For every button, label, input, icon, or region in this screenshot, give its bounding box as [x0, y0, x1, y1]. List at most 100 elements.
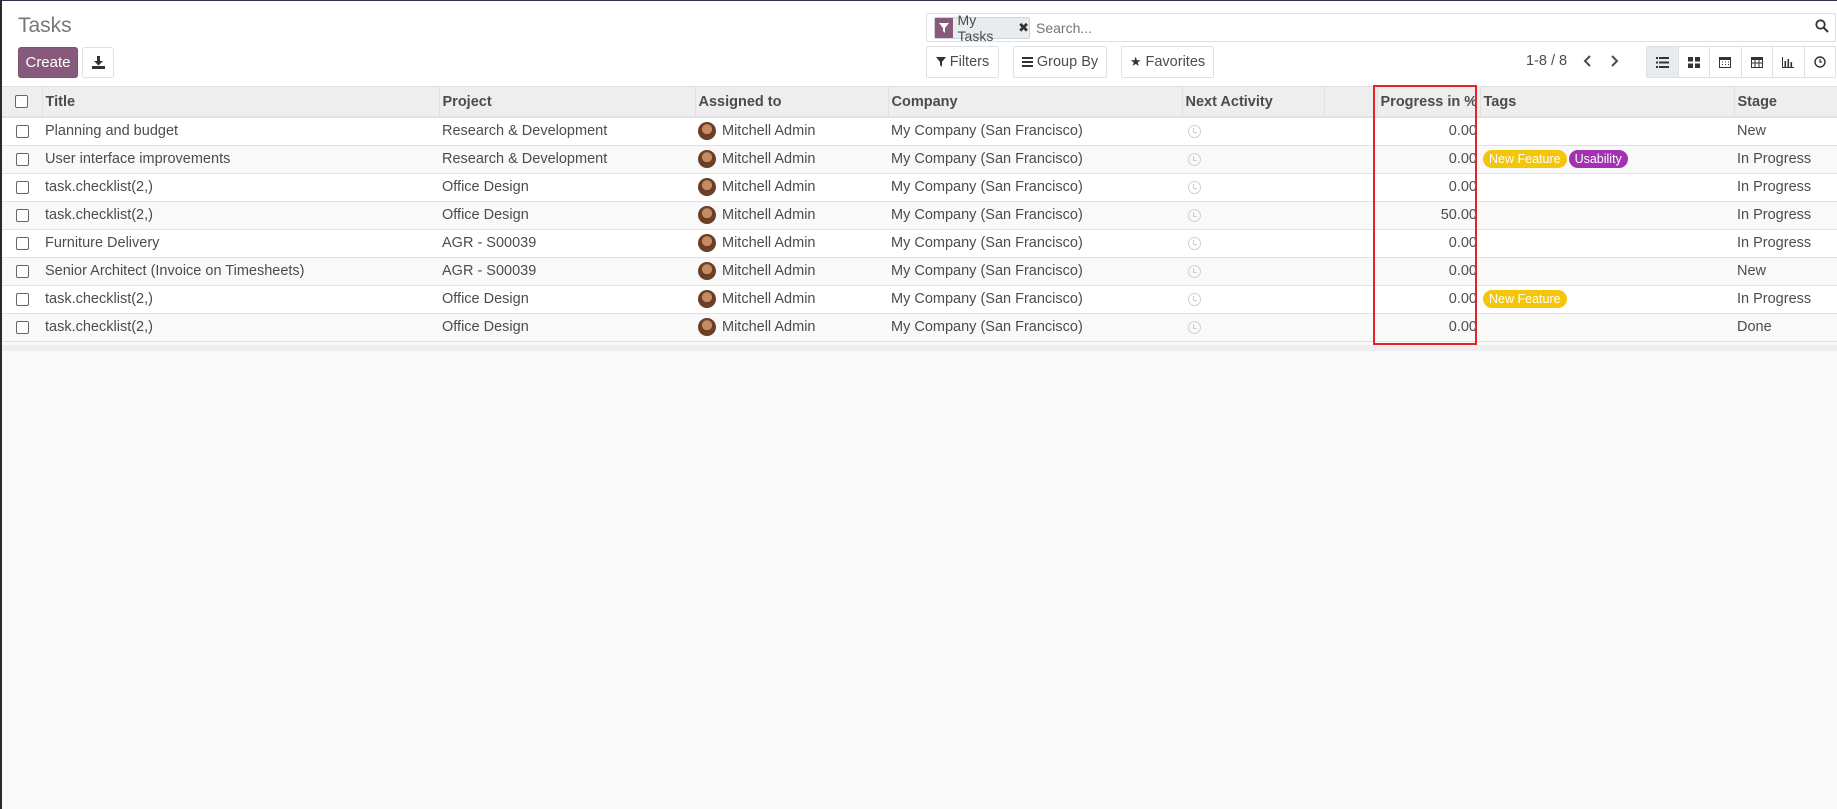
column-header-tags[interactable]: Tags — [1480, 87, 1735, 118]
cell-company[interactable]: My Company (San Francisco) — [888, 285, 1182, 314]
row-select-cell[interactable] — [2, 229, 42, 258]
activity-clock-icon[interactable] — [1188, 152, 1201, 166]
cell-company[interactable]: My Company (San Francisco) — [888, 229, 1182, 258]
graph-view-button[interactable] — [1773, 47, 1805, 77]
cell-stage[interactable]: In Progress — [1734, 229, 1837, 258]
cell-tags[interactable] — [1480, 257, 1734, 286]
row-select-cell[interactable] — [2, 285, 42, 314]
cell-company[interactable]: My Company (San Francisco) — [888, 313, 1182, 342]
row-select-cell[interactable] — [2, 201, 42, 230]
cell-tags[interactable] — [1480, 313, 1734, 342]
cell-tags[interactable] — [1480, 173, 1734, 202]
row-checkbox[interactable] — [15, 152, 29, 166]
pivot-view-button[interactable] — [1742, 47, 1773, 77]
kanban-view-button[interactable] — [1679, 47, 1710, 77]
cell-assigned-to[interactable]: Mitchell Admin — [695, 201, 888, 230]
cell-title[interactable]: Furniture Delivery — [42, 229, 439, 258]
search-input[interactable] — [1034, 18, 1794, 38]
cell-tags[interactable] — [1480, 229, 1734, 258]
cell-title[interactable]: task.checklist(2,) — [42, 285, 439, 314]
cell-project[interactable]: Office Design — [439, 173, 695, 202]
pager-next-button[interactable] — [1605, 51, 1625, 71]
cell-assigned-to[interactable]: Mitchell Admin — [695, 313, 888, 342]
list-view-button[interactable] — [1647, 47, 1679, 77]
search-icon[interactable] — [1815, 19, 1829, 37]
cell-next-activity[interactable] — [1182, 285, 1324, 314]
row-checkbox[interactable] — [15, 292, 29, 306]
cell-progress[interactable]: 0.00 — [1377, 145, 1480, 174]
cell-company[interactable]: My Company (San Francisco) — [888, 201, 1182, 230]
cell-title[interactable]: task.checklist(2,) — [42, 313, 439, 342]
filters-button[interactable]: Filters — [926, 46, 999, 78]
cell-assigned-to[interactable]: Mitchell Admin — [695, 229, 888, 258]
cell-progress[interactable]: 0.00 — [1377, 257, 1480, 286]
row-select-cell[interactable] — [2, 173, 42, 202]
cell-project[interactable]: Office Design — [439, 285, 695, 314]
cell-progress[interactable]: 0.00 — [1377, 229, 1480, 258]
activity-clock-icon[interactable] — [1188, 292, 1201, 306]
cell-assigned-to[interactable]: Mitchell Admin — [695, 117, 888, 146]
row-checkbox[interactable] — [15, 264, 29, 278]
cell-progress[interactable]: 0.00 — [1377, 313, 1480, 342]
cell-next-activity[interactable] — [1182, 257, 1324, 286]
cell-title[interactable]: task.checklist(2,) — [42, 201, 439, 230]
column-header-progress[interactable]: Progress in % — [1377, 87, 1481, 118]
cell-project[interactable]: Research & Development — [439, 145, 695, 174]
cell-stage[interactable]: New — [1734, 257, 1837, 286]
cell-next-activity[interactable] — [1182, 201, 1324, 230]
row-select-cell[interactable] — [2, 145, 42, 174]
activity-clock-icon[interactable] — [1188, 208, 1201, 222]
column-header-assigned-to[interactable]: Assigned to — [695, 87, 889, 118]
activity-view-button[interactable] — [1805, 47, 1836, 77]
column-header-company[interactable]: Company — [888, 87, 1183, 118]
cell-next-activity[interactable] — [1182, 229, 1324, 258]
column-header-next-activity[interactable]: Next Activity — [1182, 87, 1325, 118]
activity-clock-icon[interactable] — [1188, 264, 1201, 278]
cell-project[interactable]: Office Design — [439, 313, 695, 342]
cell-project[interactable]: AGR - S00039 — [439, 257, 695, 286]
cell-tags[interactable] — [1480, 117, 1734, 146]
cell-project[interactable]: Research & Development — [439, 117, 695, 146]
row-checkbox[interactable] — [15, 124, 29, 138]
table-row[interactable]: task.checklist(2,) Office Design Mitchell … — [2, 201, 1837, 230]
column-header-title[interactable]: Title — [42, 87, 440, 118]
column-header-stage[interactable]: Stage — [1734, 87, 1837, 118]
activity-clock-icon[interactable] — [1188, 124, 1201, 138]
row-checkbox[interactable] — [15, 180, 29, 194]
table-row[interactable]: Furniture Delivery AGR - S00039 Mitchell A… — [2, 229, 1837, 258]
cell-next-activity[interactable] — [1182, 117, 1324, 146]
cell-company[interactable]: My Company (San Francisco) — [888, 117, 1182, 146]
table-row[interactable]: task.checklist(2,) Office Design Mitchell … — [2, 285, 1837, 314]
table-row[interactable]: task.checklist(2,) Office Design Mitchell … — [2, 173, 1837, 202]
row-select-cell[interactable] — [2, 257, 42, 286]
cell-stage[interactable]: In Progress — [1734, 201, 1837, 230]
search-facet[interactable]: My Tasks ✖ — [934, 12, 1030, 44]
cell-next-activity[interactable] — [1182, 313, 1324, 342]
pager-previous-button[interactable] — [1577, 51, 1597, 71]
cell-next-activity[interactable] — [1182, 145, 1324, 174]
cell-title[interactable]: Planning and budget — [42, 117, 439, 146]
cell-company[interactable]: My Company (San Francisco) — [888, 145, 1182, 174]
row-select-cell[interactable] — [2, 117, 42, 146]
facet-remove-icon[interactable]: ✖ — [1018, 20, 1029, 36]
cell-stage[interactable]: New — [1734, 117, 1837, 146]
activity-clock-icon[interactable] — [1188, 180, 1201, 194]
cell-stage[interactable]: Done — [1734, 313, 1837, 342]
cell-title[interactable]: User interface improvements — [42, 145, 439, 174]
cell-company[interactable]: My Company (San Francisco) — [888, 173, 1182, 202]
cell-stage[interactable]: In Progress — [1734, 285, 1837, 314]
favorites-button[interactable]: ★ Favorites — [1121, 46, 1214, 78]
group-by-button[interactable]: Group By — [1013, 46, 1107, 78]
cell-progress[interactable]: 0.00 — [1377, 285, 1480, 314]
cell-company[interactable]: My Company (San Francisco) — [888, 257, 1182, 286]
table-row[interactable]: Planning and budget Research & Developmen… — [2, 117, 1837, 146]
table-row[interactable]: User interface improvements Research & De… — [2, 145, 1837, 174]
select-all-cell[interactable] — [2, 87, 43, 118]
create-button[interactable]: Create — [18, 47, 78, 78]
pager-value[interactable]: 1-8 / 8 — [1526, 53, 1567, 69]
table-row[interactable]: Senior Architect (Invoice on Timesheets)… — [2, 257, 1837, 286]
cell-progress[interactable]: 0.00 — [1377, 117, 1480, 146]
cell-title[interactable]: task.checklist(2,) — [42, 173, 439, 202]
search-bar[interactable]: My Tasks ✖ — [926, 12, 1836, 44]
select-all-checkbox[interactable] — [15, 95, 29, 109]
